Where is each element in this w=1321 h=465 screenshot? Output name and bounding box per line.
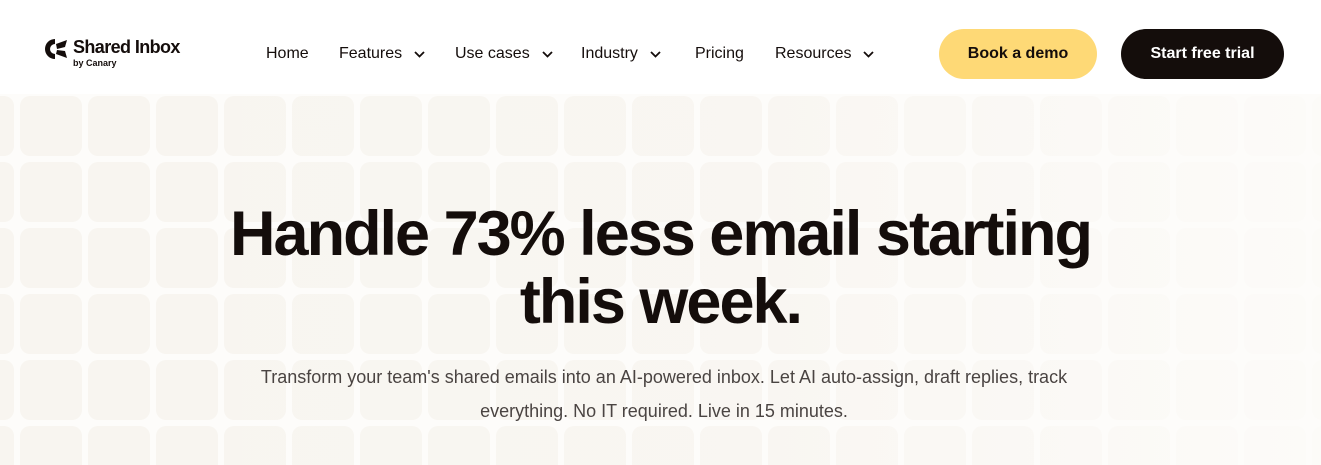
nav-item-resources[interactable]: Resources	[775, 42, 875, 66]
nav-item-label: Resources	[775, 45, 852, 62]
hero-headline: Handle 73% less email starting this week…	[0, 200, 1321, 336]
hero-section: Handle 73% less email starting this week…	[0, 94, 1321, 465]
hero-subtitle: Transform your team's shared emails into…	[210, 360, 1118, 428]
book-demo-button[interactable]: Book a demo	[939, 29, 1097, 79]
brand-byline: by Canary	[73, 58, 117, 68]
hero-subtitle-line-2: everything. No IT required. Live in 15 m…	[480, 401, 848, 421]
nav-item-label: Pricing	[695, 45, 744, 62]
nav-item-label: Home	[266, 45, 309, 62]
chevron-down-icon	[863, 50, 875, 58]
nav-item-industry[interactable]: Industry	[581, 42, 661, 66]
start-free-trial-button[interactable]: Start free trial	[1121, 29, 1284, 79]
hero-headline-line-2: this week.	[519, 267, 803, 337]
nav-item-label: Use cases	[455, 45, 530, 62]
nav-item-home[interactable]: Home	[266, 42, 309, 66]
brand-name: Shared Inbox	[73, 37, 180, 57]
canary-logo-icon	[45, 39, 67, 59]
hero-subtitle-line-1: Transform your team's shared emails into…	[260, 367, 1068, 387]
hero-headline-line-1: Handle 73% less email starting	[230, 199, 1093, 269]
nav-item-label: Industry	[581, 45, 638, 62]
top-navigation-bar: Shared Inbox by Canary Home Features Use…	[0, 0, 1321, 94]
nav-item-pricing[interactable]: Pricing	[695, 42, 744, 66]
nav-item-label: Features	[339, 45, 403, 62]
chevron-down-icon	[414, 50, 425, 58]
chevron-down-icon	[650, 50, 661, 58]
nav-item-features[interactable]: Features	[339, 42, 425, 66]
brand-text: Shared Inbox by Canary	[73, 37, 180, 68]
nav-item-use-cases[interactable]: Use cases	[455, 42, 553, 66]
chevron-down-icon	[542, 50, 553, 58]
brand-logo[interactable]: Shared Inbox by Canary	[44, 37, 180, 68]
